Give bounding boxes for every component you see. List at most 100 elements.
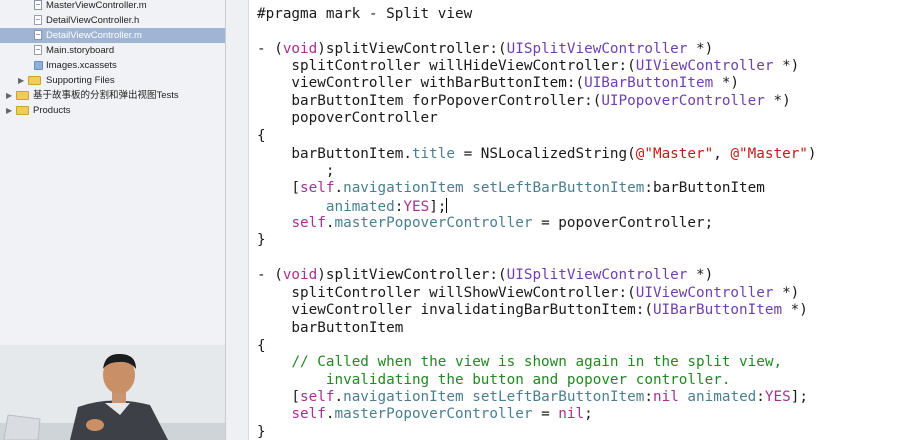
- code-line: self.masterPopoverController = nil;: [257, 406, 593, 423]
- code-token: UISplitViewController: [506, 41, 688, 57]
- code-token: animated: [687, 389, 757, 405]
- code-token: }: [257, 232, 266, 248]
- code-token: barButtonItem.: [257, 146, 412, 162]
- presenter-image: [0, 345, 225, 440]
- code-line: barButtonItem forPopoverController:(UIPo…: [257, 93, 791, 110]
- code-token: UISplitViewController: [506, 267, 688, 283]
- code-token: :: [644, 389, 653, 405]
- code-token: @"Master": [635, 146, 714, 162]
- code-line: - (void)splitViewController:(UISplitView…: [257, 267, 713, 284]
- disclosure-triangle-icon[interactable]: ▶: [6, 88, 14, 103]
- code-line: barButtonItem: [257, 320, 403, 337]
- asset-catalog-icon: [34, 61, 43, 70]
- code-token: barButtonItem forPopoverController:(: [257, 93, 602, 109]
- editor-gutter: [226, 0, 249, 440]
- code-token: popoverController: [257, 110, 438, 126]
- presenter-video: [0, 345, 225, 440]
- code-token: = NSLocalizedString(: [454, 146, 636, 162]
- navigator-item[interactable]: DetailViewController.m: [0, 28, 225, 43]
- navigator-item[interactable]: DetailViewController.h: [0, 13, 225, 28]
- code-line: #pragma mark - Split view: [257, 6, 472, 23]
- code-line: self.masterPopoverController = popoverCo…: [257, 215, 713, 232]
- code-token: *): [687, 41, 714, 57]
- code-token: - (: [257, 41, 283, 57]
- code-token: viewController invalidatingBarButtonItem…: [257, 302, 653, 318]
- code-token: {: [257, 338, 266, 354]
- code-token: [: [257, 180, 301, 196]
- navigator-item[interactable]: ▶ Products: [0, 103, 225, 118]
- navigator-item[interactable]: ▶ 基于故事板的分割和弹出视图Tests: [0, 88, 225, 103]
- code-token: navigationItem: [343, 180, 464, 196]
- code-line: }: [257, 232, 266, 249]
- navigator-item-label: 基于故事板的分割和弹出视图Tests: [33, 90, 179, 101]
- code-token: [: [257, 389, 301, 405]
- folder-icon: [16, 91, 29, 100]
- navigator-item-label: MasterViewController.m: [46, 0, 147, 11]
- code-line: {: [257, 128, 266, 145]
- code-token: @"Master": [730, 146, 808, 162]
- code-token: UIViewController: [635, 285, 774, 301]
- code-token: self: [300, 180, 335, 196]
- code-line: barButtonItem.title = NSLocalizedString(…: [257, 146, 817, 163]
- code-token: YES: [764, 389, 791, 405]
- code-token: self: [300, 389, 335, 405]
- code-token: *): [687, 267, 714, 283]
- code-token: .: [334, 389, 344, 405]
- code-token: *): [773, 58, 800, 74]
- code-line: {: [257, 338, 266, 355]
- code-line: }: [257, 424, 266, 440]
- code-token: = popoverController;: [532, 215, 714, 231]
- code-token: navigationItem: [343, 389, 464, 405]
- code-line: splitController willHideViewController:(…: [257, 58, 799, 75]
- code-token: *): [764, 93, 791, 109]
- code-token: ;: [257, 163, 335, 179]
- code-token: )splitViewController:(: [317, 41, 507, 57]
- navigator-item[interactable]: ▶ Supporting Files: [0, 73, 225, 88]
- code-line: animated:YES];: [257, 198, 448, 215]
- code-token: =: [532, 406, 559, 422]
- code-token: *): [713, 75, 740, 91]
- navigator-item[interactable]: MasterViewController.m: [0, 0, 225, 13]
- code-token: masterPopoverController: [334, 215, 533, 231]
- code-line: [self.navigationItem setLeftBarButtonIte…: [257, 180, 764, 197]
- code-token: UIPopoverController: [601, 93, 765, 109]
- code-token: nil: [652, 389, 679, 405]
- code-token: void: [282, 267, 318, 283]
- navigator-item-label: Main.storyboard: [46, 45, 115, 56]
- project-navigator: MasterViewController.m DetailViewControll…: [0, 0, 226, 440]
- code-token: {: [257, 128, 266, 144]
- code-token: ;: [584, 406, 593, 422]
- navigator-item-label: Supporting Files: [46, 75, 115, 86]
- navigator-item-label: DetailViewController.h: [46, 15, 140, 26]
- code-line: invalidating the button and popover cont…: [257, 372, 731, 389]
- storyboard-file-icon: [34, 45, 42, 55]
- code-token: self: [291, 406, 326, 422]
- navigator-item[interactable]: Main.storyboard: [0, 43, 225, 58]
- source-file-icon: [34, 0, 42, 10]
- code-line: viewController invalidatingBarButtonItem…: [257, 302, 807, 319]
- code-token: animated: [325, 199, 395, 215]
- code-token: invalidating the button and popover cont…: [325, 372, 731, 388]
- code-token: barButtonItem: [257, 320, 404, 336]
- code-token: UIBarButtonItem: [652, 302, 783, 318]
- code-token: void: [282, 41, 318, 57]
- code-token: ): [807, 146, 817, 162]
- code-token: title: [411, 146, 455, 162]
- code-token: splitController willShowViewController:(: [257, 285, 636, 301]
- code-token: ];: [790, 389, 808, 405]
- code-line: popoverController: [257, 110, 438, 127]
- disclosure-triangle-icon[interactable]: ▶: [6, 103, 14, 118]
- code-line: splitController willShowViewController:(…: [257, 285, 799, 302]
- navigator-item[interactable]: Images.xcassets: [0, 58, 225, 73]
- disclosure-triangle-icon[interactable]: ▶: [18, 73, 26, 88]
- code-token: UIViewController: [635, 58, 774, 74]
- code-token: *): [773, 285, 800, 301]
- folder-icon: [16, 106, 29, 115]
- code-token: ,: [713, 146, 731, 162]
- code-editor[interactable]: #pragma mark - Split view - (void)splitVi…: [249, 0, 904, 440]
- code-token: )splitViewController:(: [317, 267, 507, 283]
